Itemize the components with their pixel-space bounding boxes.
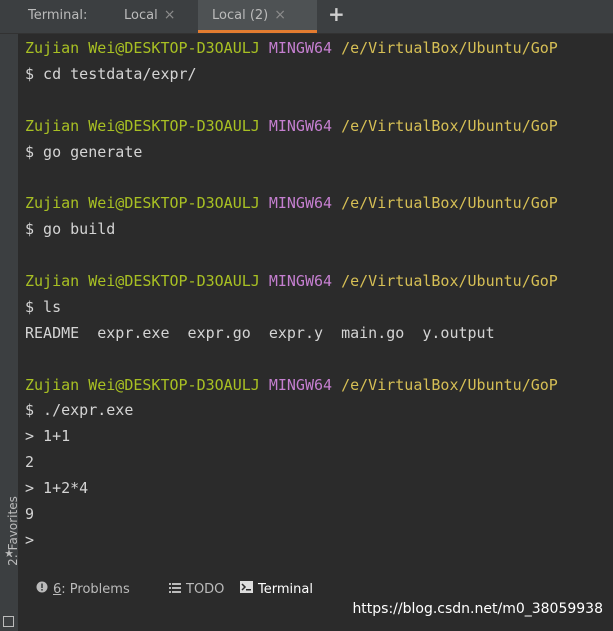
prompt-user: Zujian Wei@DESKTOP-D3OAULJ	[25, 375, 260, 394]
todo-label: TODO	[186, 582, 225, 597]
problems-icon	[36, 577, 48, 602]
command-line: $ ./expr.exe	[25, 401, 134, 420]
prompt-system: MINGW64	[268, 375, 333, 394]
tab-local[interactable]: Local ×	[124, 0, 175, 33]
output-line: 9	[25, 505, 35, 524]
prompt-path: /e/VirtualBox/Ubuntu/GoP	[341, 272, 558, 291]
command-line: $ ls	[25, 297, 62, 316]
command-line: $ go build	[25, 220, 116, 239]
prompt-path: /e/VirtualBox/Ubuntu/GoP	[341, 39, 558, 57]
layout-icon[interactable]	[3, 616, 14, 627]
prompt-system: MINGW64	[268, 194, 333, 213]
prompt-line: Zujian Wei@DESKTOP-D3OAULJ MINGW64 /e/Vi…	[25, 373, 613, 399]
todo-icon	[169, 577, 181, 602]
output-line: > 1+1	[25, 427, 71, 446]
active-tab-indicator	[198, 30, 317, 33]
add-tab-icon[interactable]: +	[328, 2, 345, 26]
bottom-tool-bar: 6: Problems TODO Terminal	[18, 575, 613, 602]
terminal-label: Terminal	[258, 582, 313, 597]
tab-local-2[interactable]: Local (2) ×	[198, 0, 317, 33]
terminal-icon	[240, 577, 253, 602]
prompt-system: MINGW64	[268, 272, 333, 291]
watermark: https://blog.csdn.net/m0_38059938	[352, 601, 603, 617]
prompt-system: MINGW64	[268, 116, 333, 135]
output-line: 2	[25, 453, 35, 472]
tab-terminal[interactable]: Terminal	[232, 577, 321, 602]
prompt-user: Zujian Wei@DESKTOP-D3OAULJ	[25, 39, 260, 57]
command-line: $ go generate	[25, 142, 143, 161]
prompt-user: Zujian Wei@DESKTOP-D3OAULJ	[25, 116, 260, 135]
prompt-line: Zujian Wei@DESKTOP-D3OAULJ MINGW64 /e/Vi…	[25, 191, 613, 217]
prompt-path: /e/VirtualBox/Ubuntu/GoP	[341, 194, 558, 213]
prompt-system: MINGW64	[268, 39, 333, 57]
prompt-line: Zujian Wei@DESKTOP-D3OAULJ MINGW64 /e/Vi…	[25, 36, 613, 62]
star-icon[interactable]: ★	[0, 543, 18, 561]
output-line: > 1+2*4	[25, 479, 89, 498]
tab-problems[interactable]: 6: Problems	[28, 577, 138, 602]
prompt-line: Zujian Wei@DESKTOP-D3OAULJ MINGW64 /e/Vi…	[25, 114, 613, 140]
close-icon[interactable]: ×	[274, 0, 286, 31]
command-line: $ cd testdata/expr/	[25, 64, 197, 83]
prompt-path: /e/VirtualBox/Ubuntu/GoP	[341, 116, 558, 135]
prompt-user: Zujian Wei@DESKTOP-D3OAULJ	[25, 194, 260, 213]
close-icon[interactable]: ×	[164, 0, 176, 31]
prompt-line: Zujian Wei@DESKTOP-D3OAULJ MINGW64 /e/Vi…	[25, 269, 613, 295]
terminal-title: Terminal:	[28, 8, 88, 23]
problems-label: : Problems	[61, 582, 130, 597]
output-line: README expr.exe expr.go expr.y main.go y…	[25, 323, 495, 342]
prompt-user: Zujian Wei@DESKTOP-D3OAULJ	[25, 272, 260, 291]
tab-todo[interactable]: TODO	[161, 577, 232, 602]
terminal-output[interactable]: Zujian Wei@DESKTOP-D3OAULJ MINGW64 /e/Vi…	[25, 36, 613, 566]
output-line: >	[25, 530, 35, 549]
tab-label: Local	[124, 8, 158, 23]
terminal-tab-bar: Terminal: Local × Local (2) × +	[0, 0, 613, 34]
prompt-path: /e/VirtualBox/Ubuntu/GoP	[341, 375, 558, 394]
tab-label: Local (2)	[212, 8, 269, 23]
left-tool-strip: 2: Favorites	[0, 34, 20, 631]
